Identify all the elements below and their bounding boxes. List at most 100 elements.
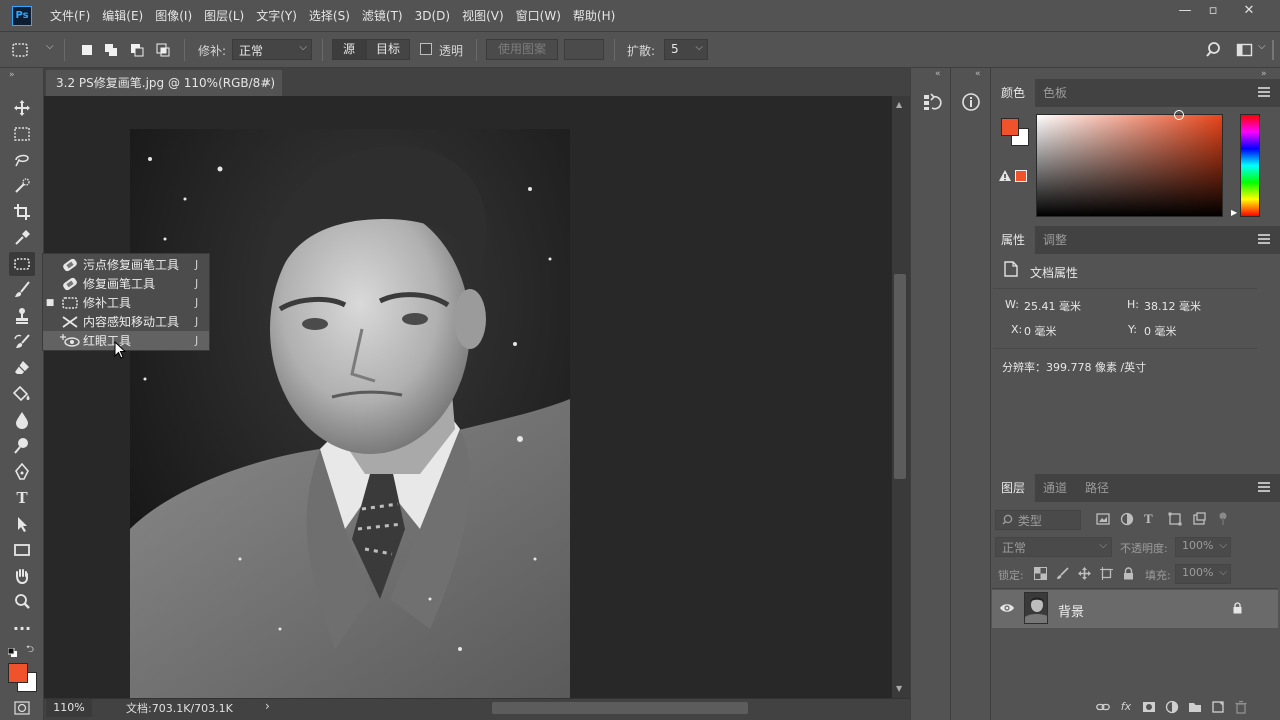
diffusion-select[interactable]: 5 ⌵ [664, 39, 708, 60]
new-layer-icon[interactable] [1211, 700, 1225, 714]
pattern-picker[interactable] [564, 39, 604, 60]
marquee-tool-icon[interactable] [9, 122, 35, 146]
document-size-info[interactable]: 文档:703.1K/703.1K [126, 700, 233, 716]
layer-filter-select[interactable]: 类型 [995, 510, 1081, 530]
fill-field[interactable]: 100% ⌵ [1175, 564, 1231, 584]
menu-filter[interactable]: 滤镜(T) [356, 0, 409, 32]
menu-select[interactable]: 选择(S) [303, 0, 356, 32]
hue-slider[interactable] [1240, 114, 1260, 217]
filter-type-icon[interactable]: T [1144, 512, 1158, 526]
more-tools-icon[interactable]: ··· [9, 616, 35, 640]
filter-shape-icon[interactable] [1168, 512, 1182, 526]
menu-view[interactable]: 视图(V) [456, 0, 510, 32]
quick-mask-icon[interactable] [14, 701, 30, 715]
document-tab[interactable]: 3.2 PS修复画笔.jpg @ 110%(RGB/8#) × [46, 70, 282, 96]
delete-layer-trash-icon[interactable] [1234, 700, 1248, 714]
info-panel-icon[interactable] [961, 92, 981, 112]
eye-visibility-icon[interactable] [999, 602, 1015, 614]
zoom-level-field[interactable]: 110% [46, 699, 92, 717]
brush-tool-icon[interactable] [9, 278, 35, 302]
dodge-tool-icon[interactable] [9, 434, 35, 458]
document-photo[interactable] [130, 129, 570, 698]
gamut-color-swatch[interactable] [1015, 170, 1027, 182]
hand-tool-icon[interactable] [9, 564, 35, 588]
flyout-item-healing-brush[interactable]: 修复画笔工具 J [43, 274, 209, 293]
menu-image[interactable]: 图像(I) [149, 0, 198, 32]
panel-menu-icon[interactable] [1258, 234, 1270, 246]
vertical-scroll-thumb[interactable] [894, 274, 906, 479]
color-picker-handle[interactable] [1174, 110, 1184, 120]
type-tool-icon[interactable]: T [9, 486, 35, 510]
layer-thumbnail[interactable] [1024, 592, 1048, 624]
history-panel-icon[interactable] [922, 92, 942, 112]
patch-tool-icon[interactable] [9, 252, 35, 276]
horizontal-scroll-thumb[interactable] [492, 702, 748, 714]
subtract-from-selection-icon[interactable] [128, 41, 146, 59]
menu-window[interactable]: 窗口(W) [510, 0, 567, 32]
new-group-folder-icon[interactable] [1188, 700, 1202, 714]
paint-bucket-tool-icon[interactable] [9, 382, 35, 406]
eyedropper-tool-icon[interactable] [9, 226, 35, 250]
lock-all-icon[interactable] [1122, 567, 1135, 580]
opacity-field[interactable]: 100% ⌵ [1175, 537, 1231, 557]
scroll-up-icon[interactable]: ▲ [896, 100, 902, 109]
tab-swatches[interactable]: 色板 [1033, 79, 1077, 107]
link-layers-icon[interactable] [1096, 700, 1110, 714]
expand-chevron-icon[interactable]: « [975, 69, 981, 79]
scroll-down-icon[interactable]: ▼ [896, 684, 902, 693]
move-tool-icon[interactable] [9, 96, 35, 120]
flyout-item-spot-healing-brush[interactable]: 污点修复画笔工具 J [43, 255, 209, 274]
default-colors-icon[interactable] [7, 646, 17, 657]
color-spectrum-field[interactable] [1036, 114, 1223, 217]
foreground-color-swatch[interactable] [8, 663, 28, 683]
expand-chevron-icon[interactable]: « [935, 69, 941, 79]
restore-button[interactable]: ▫ [1196, 0, 1230, 22]
path-selection-tool-icon[interactable] [9, 512, 35, 536]
tab-paths[interactable]: 路径 [1075, 474, 1119, 502]
tab-layers[interactable]: 图层 [991, 474, 1036, 502]
hue-slider-handle-icon[interactable]: ▶ [1231, 208, 1237, 217]
out-of-gamut-warning-icon[interactable] [999, 170, 1011, 182]
filter-adjustment-icon[interactable] [1120, 512, 1134, 526]
collapse-chevron-icon[interactable]: » [9, 70, 15, 80]
collapse-panels-chevron-icon[interactable]: » [1261, 69, 1267, 79]
intersect-selection-icon[interactable] [154, 41, 172, 59]
width-value[interactable]: 25.41 毫米 [1024, 298, 1081, 314]
menu-file[interactable]: 文件(F) [44, 0, 96, 32]
menu-layer[interactable]: 图层(L) [198, 0, 250, 32]
menu-3d[interactable]: 3D(D) [409, 0, 456, 32]
lock-image-pixels-icon[interactable] [1056, 567, 1069, 580]
use-pattern-button[interactable]: 使用图案 [486, 39, 558, 60]
clone-stamp-tool-icon[interactable] [9, 304, 35, 328]
swap-colors-icon[interactable]: ⮌ [26, 644, 37, 655]
filter-smart-object-icon[interactable] [1192, 512, 1206, 526]
foreground-color-swatch[interactable] [1001, 118, 1019, 136]
crop-tool-icon[interactable] [9, 200, 35, 224]
menu-edit[interactable]: 编辑(E) [96, 0, 149, 32]
flyout-item-content-aware-move[interactable]: 内容感知移动工具 J [43, 312, 209, 331]
search-icon[interactable] [1206, 41, 1224, 59]
flyout-item-patch[interactable]: ■ 修补工具 J [43, 293, 209, 312]
lock-transparent-pixels-icon[interactable] [1034, 567, 1047, 580]
panel-menu-icon[interactable] [1258, 87, 1270, 99]
menu-help[interactable]: 帮助(H) [567, 0, 621, 32]
chevron-down-icon[interactable]: ⌵ [1258, 41, 1266, 52]
layer-name[interactable]: 背景 [1058, 601, 1084, 620]
height-value[interactable]: 38.12 毫米 [1144, 298, 1201, 314]
filter-toggle-icon[interactable] [1216, 512, 1230, 526]
blend-mode-select[interactable]: 正常 ⌵ [995, 537, 1112, 557]
history-brush-tool-icon[interactable] [9, 330, 35, 354]
layer-style-fx-icon[interactable]: fx [1119, 700, 1133, 714]
patch-mode-select[interactable]: 正常 ⌵ [232, 39, 312, 60]
filter-pixel-icon[interactable] [1096, 512, 1110, 526]
add-to-selection-icon[interactable] [102, 41, 120, 59]
add-mask-icon[interactable] [1142, 700, 1156, 714]
x-value[interactable]: 0 毫米 [1024, 323, 1057, 339]
new-selection-icon[interactable] [78, 41, 96, 59]
panel-menu-icon[interactable] [1258, 482, 1270, 494]
close-tab-icon[interactable]: × [263, 70, 272, 96]
tab-properties[interactable]: 属性 [991, 226, 1036, 254]
y-value[interactable]: 0 毫米 [1144, 323, 1177, 339]
zoom-tool-icon[interactable] [9, 590, 35, 614]
target-button[interactable]: 目标 [366, 39, 410, 60]
